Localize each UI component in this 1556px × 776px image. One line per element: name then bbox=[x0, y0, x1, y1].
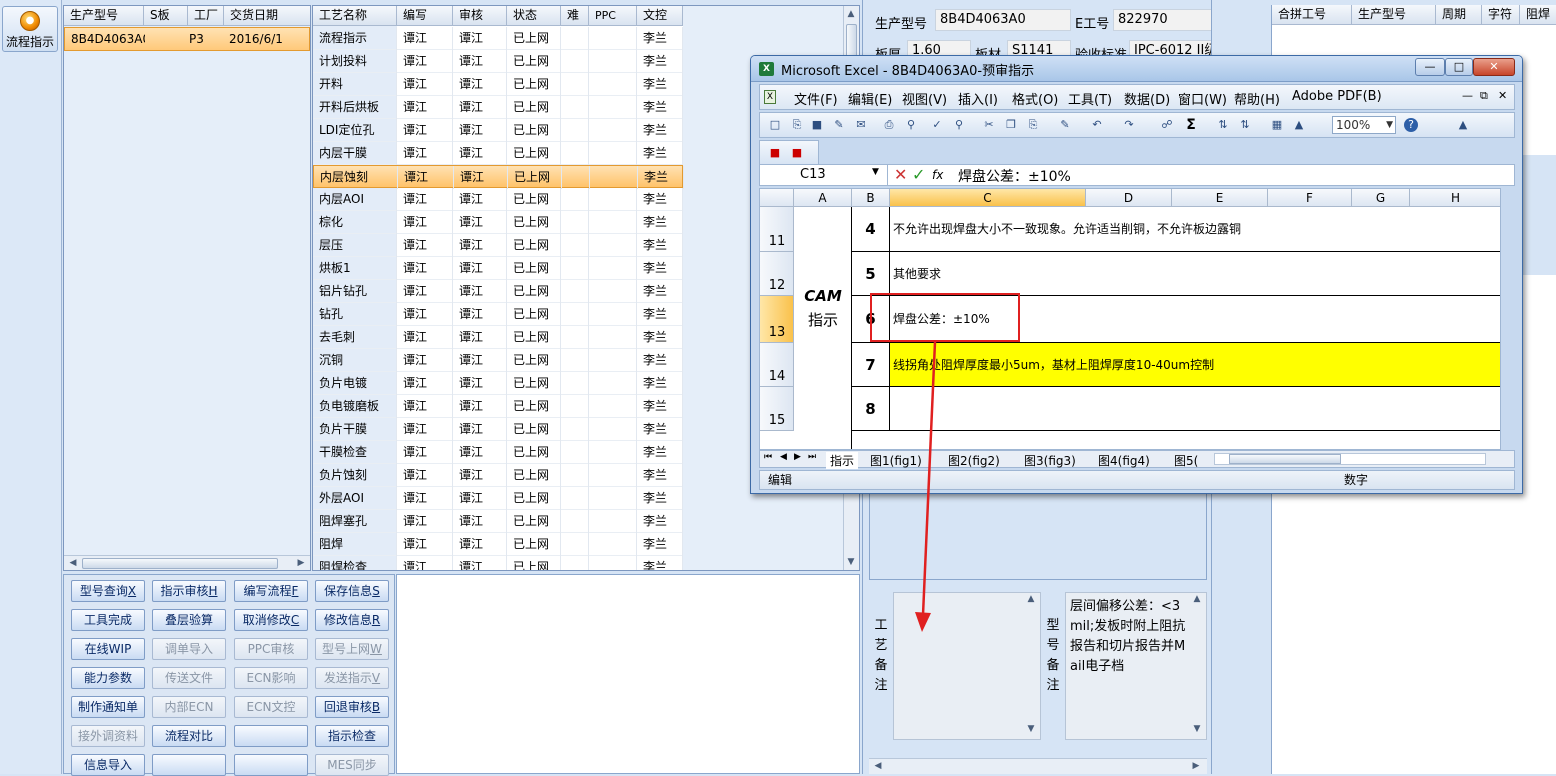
annotation-arrow-head bbox=[915, 612, 931, 632]
annotation-overlay bbox=[870, 293, 1020, 632]
highlight-box bbox=[870, 293, 1020, 342]
annotation-arrow-line bbox=[921, 341, 937, 616]
